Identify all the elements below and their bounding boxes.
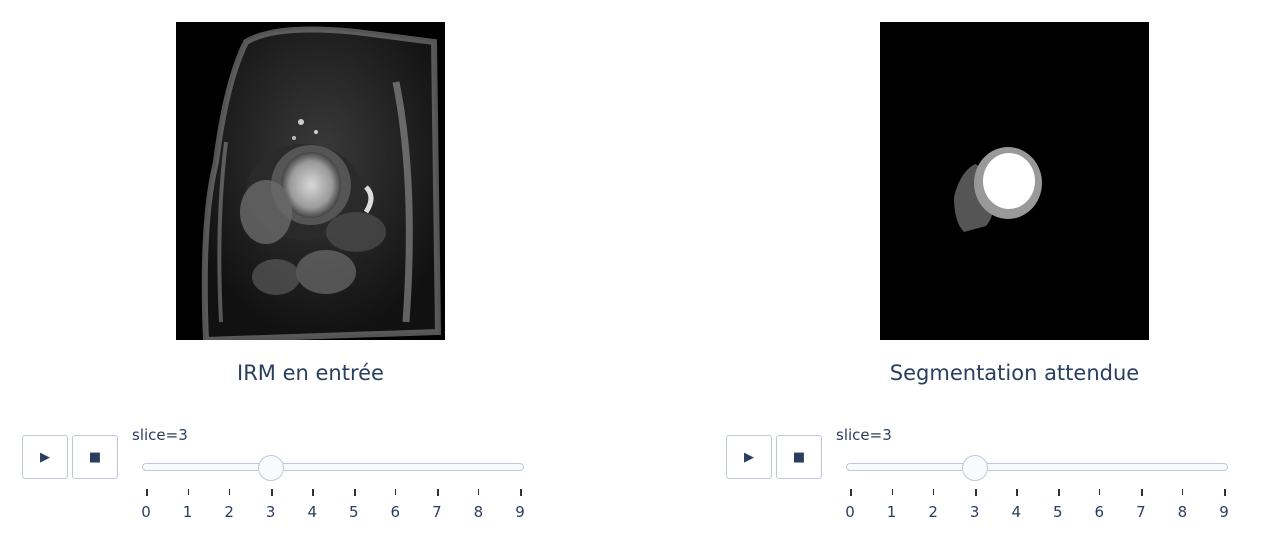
play-icon: ▶	[744, 449, 754, 465]
slider-tick-label[interactable]: 7	[1131, 503, 1151, 521]
slider-tick	[850, 489, 852, 496]
stop-icon: ■	[88, 449, 102, 465]
slider-track[interactable]	[846, 463, 1228, 471]
play-button[interactable]: ▶	[22, 435, 68, 479]
slider-tick	[1140, 489, 1143, 496]
slider-tick	[478, 489, 480, 495]
slider-tick	[1224, 489, 1226, 496]
slider-tick-label[interactable]: 2	[219, 503, 239, 521]
slider-tick-label[interactable]: 6	[385, 503, 405, 521]
slider-tick-label[interactable]: 2	[923, 503, 943, 521]
slider-tick	[1057, 489, 1060, 496]
slider-tick-label[interactable]: 4	[302, 503, 322, 521]
mri-input-image	[176, 22, 445, 340]
slider-tick	[187, 489, 189, 495]
slider-tick-label[interactable]: 8	[468, 503, 488, 521]
slider-tick	[229, 489, 231, 495]
panel-caption-input: IRM en entrée	[237, 361, 384, 385]
slider-tick-label[interactable]: 1	[882, 503, 902, 521]
play-icon: ▶	[40, 449, 50, 465]
slider-current-value: slice=3	[836, 426, 892, 444]
slice-player-left: ▶ ■ slice=3 0 1 2 3 4 5 6 7 8 9	[20, 424, 530, 524]
slider-handle[interactable]	[961, 455, 988, 481]
slider-tick-label[interactable]: 0	[840, 503, 860, 521]
slider-tick	[891, 489, 893, 495]
slider-handle[interactable]	[257, 455, 284, 481]
slider-tick-label[interactable]: 6	[1089, 503, 1109, 521]
slider-tick	[933, 489, 935, 495]
slice-player-right: ▶ ■ slice=3 0 1 2 3 4 5 6 7 8 9	[724, 424, 1234, 524]
slider-tick	[270, 489, 273, 496]
panel-caption-segmentation: Segmentation attendue	[889, 361, 1140, 385]
stop-button[interactable]: ■	[776, 435, 822, 479]
stop-button[interactable]: ■	[72, 435, 118, 479]
slider-tick-label[interactable]: 5	[344, 503, 364, 521]
slider-tick	[395, 489, 397, 495]
slider-tick-label[interactable]: 3	[261, 503, 281, 521]
slider-tick-label[interactable]: 5	[1048, 503, 1068, 521]
play-button[interactable]: ▶	[726, 435, 772, 479]
stop-icon: ■	[792, 449, 806, 465]
slider-tick-label[interactable]: 0	[136, 503, 156, 521]
slider-tick	[1016, 489, 1019, 496]
slider-tick	[1182, 489, 1184, 495]
slider-tick	[974, 489, 977, 496]
slider-tick-label[interactable]: 3	[965, 503, 985, 521]
slider-tick-label[interactable]: 4	[1006, 503, 1026, 521]
slider-tick	[1099, 489, 1101, 495]
slider-tick-label[interactable]: 1	[178, 503, 198, 521]
segmentation-image	[880, 22, 1149, 340]
slider-track[interactable]	[142, 463, 524, 471]
slider-tick-label[interactable]: 9	[510, 503, 530, 521]
slider-tick-label[interactable]: 8	[1172, 503, 1192, 521]
slider-tick	[520, 489, 522, 496]
slider-current-value: slice=3	[132, 426, 188, 444]
slider-tick	[312, 489, 315, 496]
slider-tick	[436, 489, 439, 496]
slider-tick	[146, 489, 148, 496]
slider-tick-label[interactable]: 9	[1214, 503, 1234, 521]
slider-tick	[353, 489, 356, 496]
slider-tick-label[interactable]: 7	[427, 503, 447, 521]
